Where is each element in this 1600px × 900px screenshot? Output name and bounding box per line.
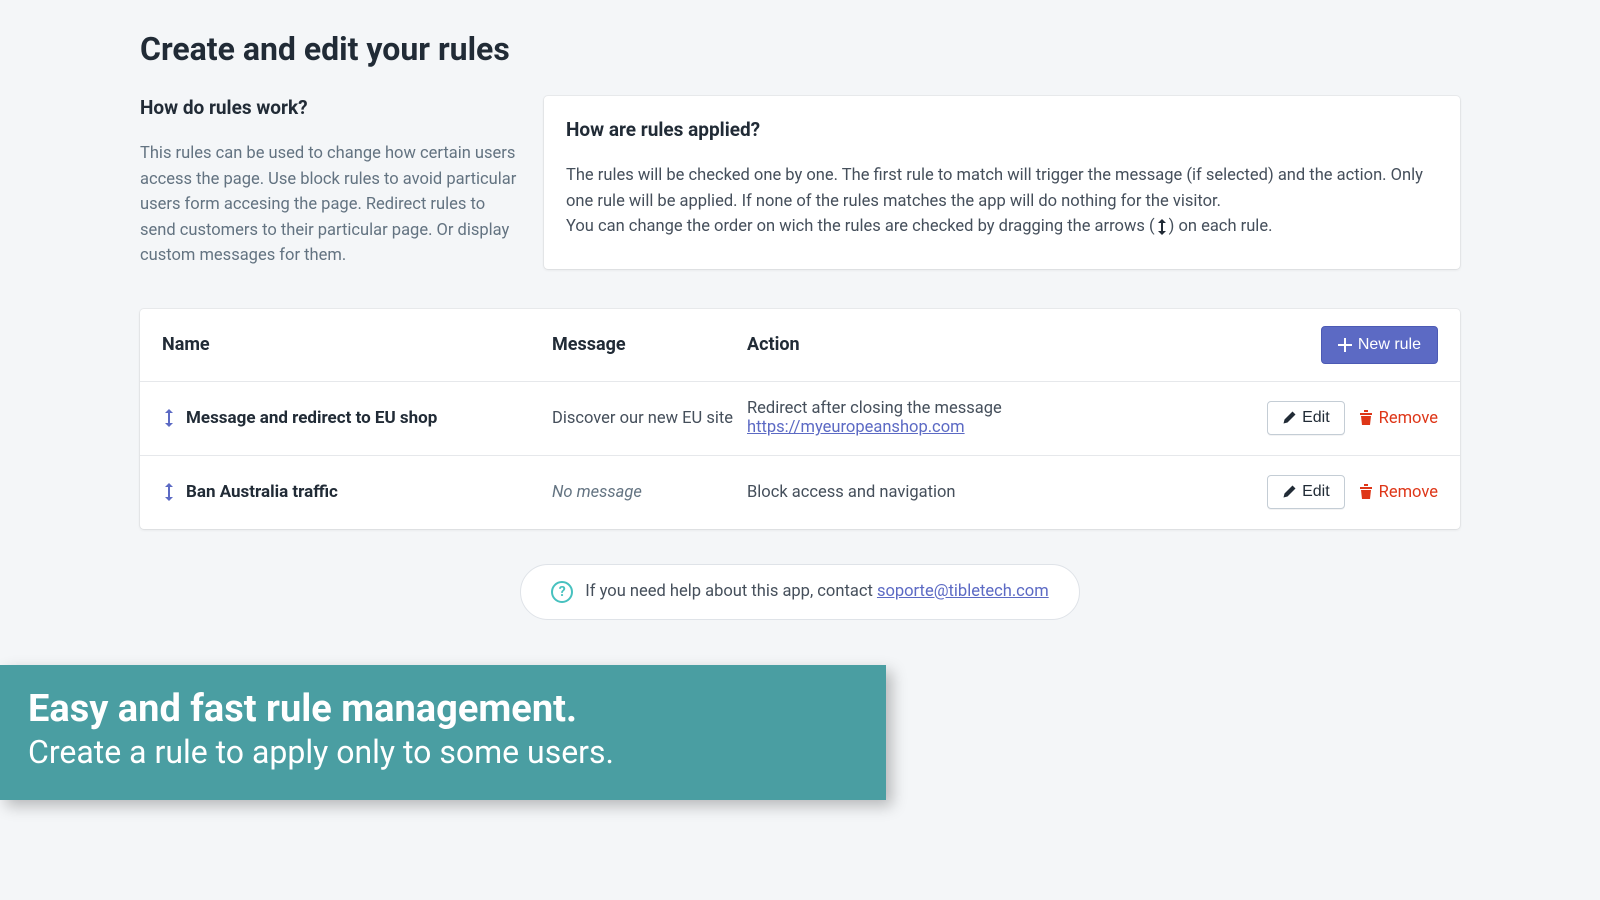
- column-header-action: Action: [747, 334, 1321, 355]
- how-rules-applied-body1: The rules will be checked one by one. Th…: [566, 163, 1438, 214]
- remove-button[interactable]: Remove: [1359, 409, 1438, 428]
- remove-button[interactable]: Remove: [1359, 483, 1438, 502]
- promo-subtitle: Create a rule to apply only to some user…: [28, 732, 856, 774]
- table-row: Message and redirect to EU shop Discover…: [140, 381, 1460, 455]
- how-rules-work: How do rules work? This rules can be use…: [140, 96, 520, 269]
- redirect-link[interactable]: https://myeuropeanshop.com: [747, 418, 965, 437]
- promo-title: Easy and fast rule management.: [28, 687, 856, 733]
- how-rules-work-heading: How do rules work?: [140, 96, 520, 119]
- how-rules-work-body: This rules can be used to change how cer…: [140, 141, 520, 269]
- new-rule-button[interactable]: New rule: [1321, 326, 1438, 364]
- rule-message-empty: No message: [552, 483, 747, 502]
- rules-table: Name Message Action New rule Message and…: [140, 309, 1460, 529]
- trash-icon: [1359, 410, 1373, 426]
- page-title: Create and edit your rules: [140, 30, 1460, 68]
- column-header-message: Message: [552, 334, 747, 355]
- help-icon: ?: [551, 581, 573, 603]
- drag-handle-icon[interactable]: [162, 483, 176, 501]
- rule-name: Message and redirect to EU shop: [186, 408, 437, 428]
- rule-action: Redirect after closing the message https…: [747, 399, 1267, 437]
- edit-button[interactable]: Edit: [1267, 401, 1345, 435]
- trash-icon: [1359, 484, 1373, 500]
- help-pill: ? If you need help about this app, conta…: [520, 564, 1079, 620]
- promo-overlay: Easy and fast rule management. Create a …: [0, 665, 886, 800]
- edit-button[interactable]: Edit: [1267, 475, 1345, 509]
- drag-handle-icon[interactable]: [162, 409, 176, 427]
- rule-name: Ban Australia traffic: [186, 482, 338, 502]
- rules-table-header: Name Message Action New rule: [140, 309, 1460, 381]
- support-email-link[interactable]: soporte@tibletech.com: [877, 582, 1049, 601]
- pencil-icon: [1282, 485, 1296, 499]
- rule-action: Block access and navigation: [747, 483, 1267, 502]
- help-text: If you need help about this app, contact: [585, 582, 877, 601]
- plus-icon: [1338, 338, 1352, 352]
- rule-message: Discover our new EU site: [552, 409, 747, 428]
- info-section: How do rules work? This rules can be use…: [140, 96, 1460, 269]
- drag-arrows-icon: [1155, 219, 1169, 235]
- table-row: Ban Australia traffic No message Block a…: [140, 455, 1460, 529]
- how-rules-applied-body2: You can change the order on wich the rul…: [566, 214, 1438, 240]
- column-header-name: Name: [162, 334, 552, 355]
- how-rules-applied-heading: How are rules applied?: [566, 118, 1438, 141]
- how-rules-applied-card: How are rules applied? The rules will be…: [544, 96, 1460, 269]
- pencil-icon: [1282, 411, 1296, 425]
